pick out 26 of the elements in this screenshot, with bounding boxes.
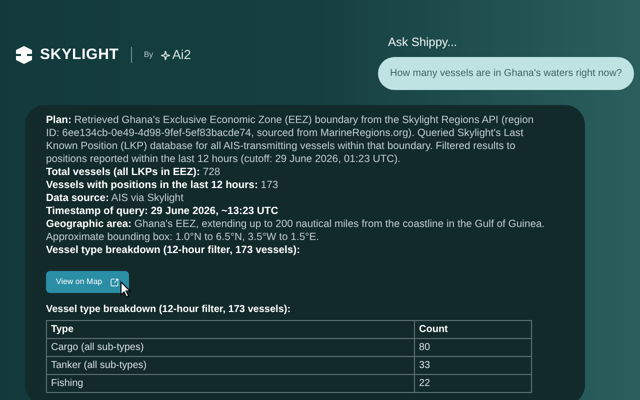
table-cell: Fishing bbox=[46, 374, 414, 392]
brand-name: SKYLIGHT bbox=[40, 44, 119, 65]
column-header: Count bbox=[414, 320, 532, 338]
partner-name: Ai2 bbox=[172, 46, 191, 64]
view-on-map-button[interactable]: View on Map bbox=[46, 271, 130, 293]
table-cell: Cargo (all sub-types) bbox=[46, 338, 414, 356]
by-label: By bbox=[144, 49, 154, 61]
cursor-icon bbox=[120, 281, 132, 298]
external-link-icon bbox=[110, 278, 120, 286]
column-header: Type bbox=[46, 320, 414, 338]
table-cell: Tanker (all sub-types) bbox=[46, 356, 414, 374]
table-cell: 80 bbox=[414, 338, 532, 356]
answer-text: Total vessels (all LKPs in EEZ): 728 bbox=[46, 166, 222, 179]
answer-text: Vessel type breakdown (12-hour filter, 173 vessels): bbox=[46, 244, 302, 257]
prompt-label: Ask Shippy... bbox=[388, 34, 458, 51]
sparkle-icon bbox=[161, 50, 170, 60]
answer-text: Timestamp of query: 29 June 2026, ~13:23 UTC bbox=[46, 205, 280, 218]
logo-icon bbox=[16, 46, 32, 64]
table-cell: 22 bbox=[414, 374, 532, 392]
answer-text: Vessels with positions in the last 12 hours: 173 bbox=[46, 179, 280, 192]
table-title: Vessel type breakdown (12-hour filter, 173 vessels): bbox=[46, 303, 292, 317]
table-cell: 33 bbox=[414, 356, 532, 374]
answer-text: Plan: Retrieved Ghana's Exclusive Economic Zone (EEZ) boundary from the Skylight Regions API (region ID: 6ee134cb-0e49-4d98-9fef-5ef83bacde74, sourced from MarineRegions.org). Queried Skylight's Last Known Position (LKP) database for all AIS-transmitting vessels within that boundary. Filtered results to positions reported within the last 12 hours (cutoff: 29 June 2026, 01:23 UTC). bbox=[46, 114, 535, 166]
question-bubble: How many vessels are in Ghana's waters right now? bbox=[378, 57, 634, 90]
answer-text: Geographic area: Ghana's EEZ, extending up to 200 nautical miles from the coastline in the Gulf of Guinea. Approximate bounding box: 1.0°N to 6.5°N, 3.5°W to 1.5°E. bbox=[46, 218, 545, 244]
answer-text: Data source: AIS via Skylight bbox=[46, 192, 184, 205]
